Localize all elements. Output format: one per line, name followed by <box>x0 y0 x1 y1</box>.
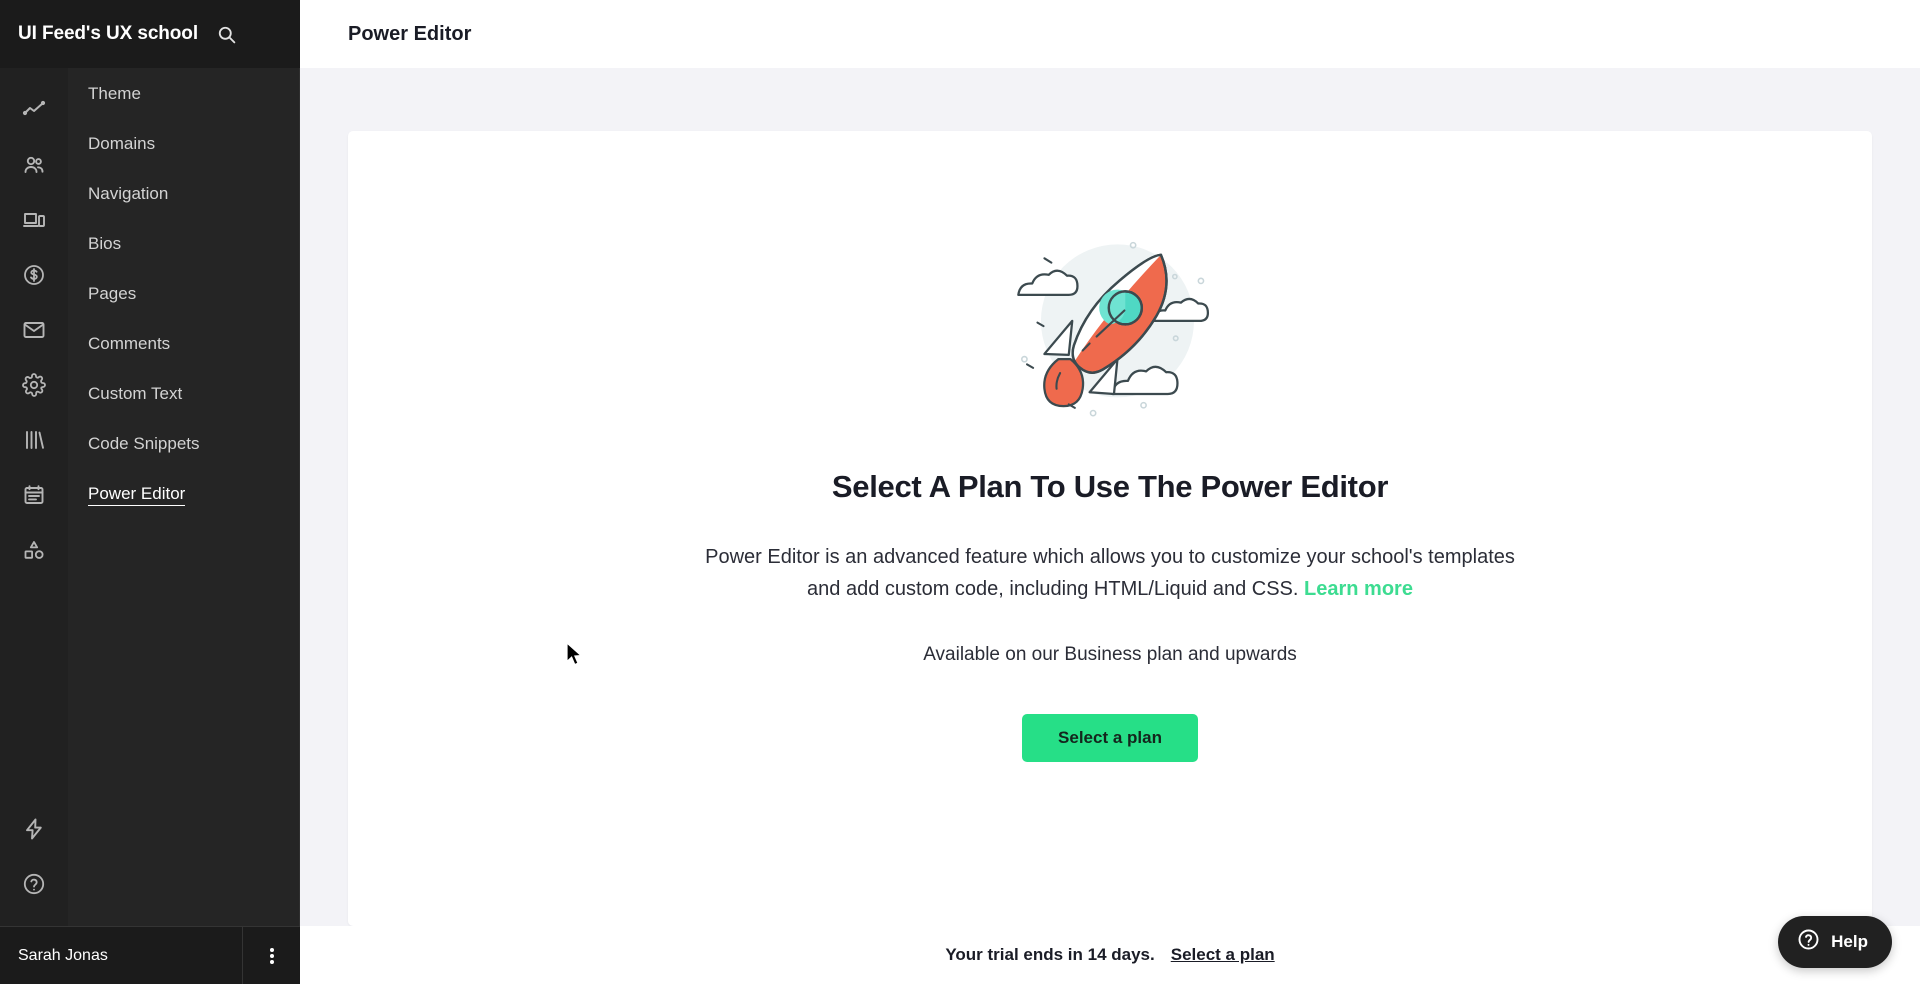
trial-text: Your trial ends in 14 days. <box>945 945 1155 964</box>
rail-primary-icons <box>0 68 68 577</box>
icon-rail <box>0 0 68 984</box>
lightning-bolt-icon[interactable] <box>0 801 68 856</box>
gear-icon[interactable] <box>0 357 68 412</box>
learn-more-link[interactable]: Learn more <box>1304 578 1413 600</box>
sidebar-item-label: Theme <box>88 84 141 103</box>
sidebar-nav: SITE Theme Domains Navigation Bios Pages… <box>68 0 299 984</box>
select-a-plan-button[interactable]: Select a plan <box>1022 713 1198 762</box>
main-area: Power Editor Select A Plan To Use The Po… <box>300 0 1920 984</box>
question-circle-icon[interactable] <box>0 856 68 911</box>
shapes-icon[interactable] <box>0 522 68 577</box>
sidebar-item-navigation[interactable]: Navigation <box>68 169 299 219</box>
sidebar-item-pages[interactable]: Pages <box>68 269 299 319</box>
analytics-chart-icon[interactable] <box>0 82 68 137</box>
search-icon[interactable] <box>216 24 237 45</box>
help-widget-label: Help <box>1831 932 1868 951</box>
sidebar-item-bios[interactable]: Bios <box>68 219 299 269</box>
sidebar-item-label: Pages <box>88 284 137 303</box>
brand-header: UI Feed's UX school <box>0 0 300 68</box>
kebab-dot <box>269 947 274 952</box>
rocket-launch-illustration <box>1003 227 1218 427</box>
sidebar-item-label: Power Editor <box>88 484 186 506</box>
sidebar-item-theme[interactable]: Theme <box>68 69 299 119</box>
kebab-menu-icon[interactable] <box>242 926 300 984</box>
kebab-dot <box>269 959 274 964</box>
sidebar-item-label: Navigation <box>88 184 169 203</box>
books-icon[interactable] <box>0 412 68 467</box>
empty-state-paragraph: Power Editor is an advanced feature whic… <box>705 541 1515 606</box>
kebab-dot <box>269 953 274 958</box>
sidebar-item-custom-text[interactable]: Custom Text <box>68 369 299 419</box>
help-widget-button[interactable]: Help <box>1778 916 1892 968</box>
empty-state-headline: Select A Plan To Use The Power Editor <box>831 469 1389 504</box>
page-title: Power Editor <box>348 22 472 45</box>
top-bar: Power Editor <box>300 0 1920 68</box>
dollar-circle-icon[interactable] <box>0 247 68 302</box>
content-area: Select A Plan To Use The Power Editor Po… <box>300 68 1920 926</box>
app-root: SITE Theme Domains Navigation Bios Pages… <box>0 0 1920 984</box>
user-bar: Sarah Jonas <box>0 926 300 984</box>
empty-state-card: Select A Plan To Use The Power Editor Po… <box>348 131 1872 926</box>
sidebar-item-label: Comments <box>88 334 171 353</box>
sidebar-item-label: Custom Text <box>88 384 183 403</box>
devices-icon[interactable] <box>0 192 68 247</box>
sidebar-item-label: Domains <box>88 134 156 153</box>
envelope-icon[interactable] <box>0 302 68 357</box>
users-icon[interactable] <box>0 137 68 192</box>
sidebar-item-code-snippets[interactable]: Code Snippets <box>68 419 299 469</box>
sidebar-item-label: Code Snippets <box>88 434 200 453</box>
sidebar: SITE Theme Domains Navigation Bios Pages… <box>68 0 300 984</box>
calendar-icon[interactable] <box>0 467 68 522</box>
sidebar-item-domains[interactable]: Domains <box>68 119 299 169</box>
brand-title: UI Feed's UX school <box>18 23 198 44</box>
sidebar-item-power-editor[interactable]: Power Editor <box>68 469 299 519</box>
sidebar-item-label: Bios <box>88 234 122 253</box>
availability-note: Available on our Business plan and upwar… <box>923 643 1297 665</box>
trial-bar: Your trial ends in 14 days. Select a pla… <box>300 926 1920 984</box>
sidebar-item-comments[interactable]: Comments <box>68 319 299 369</box>
user-name: Sarah Jonas <box>18 946 108 964</box>
question-circle-icon <box>1797 928 1820 956</box>
trial-select-a-plan-link[interactable]: Select a plan <box>1171 945 1275 965</box>
